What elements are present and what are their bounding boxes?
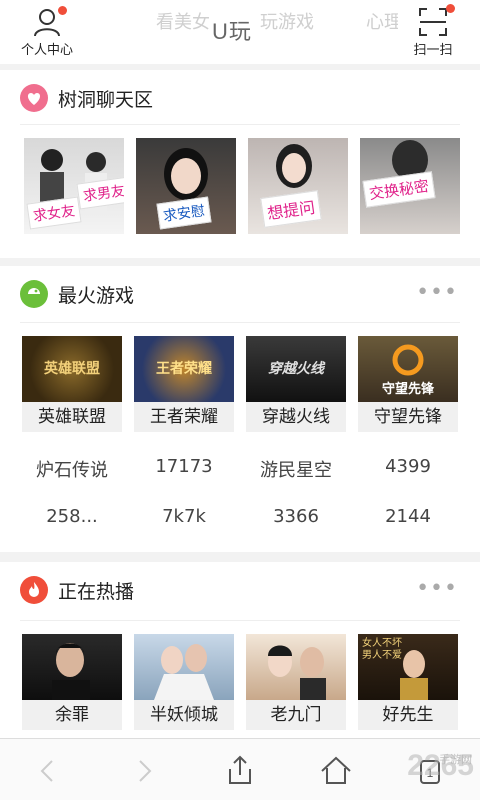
user-icon — [31, 6, 67, 38]
show-tile-hao-xian-sheng[interactable]: 女人不坏 男人不爱 好先生 — [358, 634, 458, 730]
show-tile-ban-yao-qing-cheng[interactable]: 半妖倾城 — [134, 634, 234, 730]
game-cover: 王者荣耀 — [134, 336, 234, 402]
profile-button[interactable]: 个人中心 — [12, 6, 82, 60]
scan-label: 扫一扫 — [413, 43, 453, 58]
game-name: 英雄联盟 — [22, 402, 122, 432]
site-link[interactable]: 258... — [22, 506, 122, 527]
site-link[interactable]: 17173 — [134, 456, 234, 477]
notification-dot — [58, 6, 67, 15]
top-header: 段子 看美女 玩游戏 心理测 个人中心 U玩 扫一扫 — [0, 0, 480, 64]
treehole-tile-comfort[interactable]: 求安慰 — [136, 138, 236, 234]
game-tile-overwatch[interactable]: 守望先锋 守望先锋 — [358, 336, 458, 432]
site-link[interactable]: 炉石传说 — [22, 456, 122, 482]
game-controller-icon — [20, 280, 48, 308]
tab-beauties[interactable]: 看美女 — [156, 8, 210, 34]
scan-icon — [417, 4, 455, 38]
divider — [20, 124, 460, 125]
game-name: 王者荣耀 — [134, 402, 234, 432]
divider — [20, 322, 460, 323]
profile-label: 个人中心 — [20, 43, 73, 58]
game-cover: 英雄联盟 — [22, 336, 122, 402]
section-title: 最火游戏 — [58, 285, 135, 307]
show-poster — [134, 634, 234, 700]
game-tile-lol[interactable]: 英雄联盟 英雄联盟 — [22, 336, 122, 432]
game-name: 守望先锋 — [358, 402, 458, 432]
show-tile-lao-jiu-men[interactable]: 老九门 — [246, 634, 346, 730]
treehole-tile-question[interactable]: 想提问 — [248, 138, 348, 234]
game-cover: 穿越火线 — [246, 336, 346, 402]
tab-games[interactable]: 玩游戏 — [260, 8, 314, 34]
divider — [20, 620, 460, 621]
game-tile-honor-of-kings[interactable]: 王者荣耀 王者荣耀 — [134, 336, 234, 432]
show-name: 好先生 — [358, 700, 458, 730]
show-name: 老九门 — [246, 700, 346, 730]
treehole-tile-secrets[interactable]: 交换秘密 — [360, 138, 460, 234]
show-name: 半妖倾城 — [134, 700, 234, 730]
share-icon[interactable] — [222, 753, 258, 789]
bottom-navigation-bar: 1 2265 手游网 — [0, 738, 480, 800]
site-link[interactable]: 4399 — [358, 456, 458, 477]
more-options-icon[interactable]: ••• — [416, 576, 458, 601]
game-name: 穿越火线 — [246, 402, 346, 432]
heart-icon — [20, 84, 48, 112]
scan-button[interactable]: 扫一扫 — [398, 4, 468, 60]
back-arrow-icon[interactable] — [30, 753, 66, 789]
watermark-text: 手游网 — [439, 753, 472, 766]
site-link[interactable]: 7k7k — [134, 506, 234, 527]
poster-text: 女人不坏 男人不爱 — [362, 638, 402, 661]
show-poster: 女人不坏 男人不爱 — [358, 634, 458, 700]
show-name: 余罪 — [22, 700, 122, 730]
site-link[interactable]: 2144 — [358, 506, 458, 527]
forward-arrow-icon[interactable] — [126, 753, 162, 789]
game-tile-crossfire[interactable]: 穿越火线 穿越火线 — [246, 336, 346, 432]
game-cover: 守望先锋 — [358, 336, 458, 402]
show-poster — [246, 634, 346, 700]
more-options-icon[interactable]: ••• — [416, 280, 458, 305]
show-tile-yu-zui[interactable]: 余罪 — [22, 634, 122, 730]
section-title: 树洞聊天区 — [58, 89, 154, 111]
app-logo: U玩 — [212, 19, 252, 44]
treehole-tile-couple[interactable]: 求女友 求男友 — [24, 138, 124, 234]
flame-icon — [20, 576, 48, 604]
home-icon[interactable] — [318, 753, 354, 789]
show-poster — [22, 634, 122, 700]
site-link[interactable]: 3366 — [246, 506, 346, 527]
section-title: 正在热播 — [58, 581, 135, 603]
site-link[interactable]: 游民星空 — [246, 456, 346, 482]
notification-dot — [446, 4, 455, 13]
